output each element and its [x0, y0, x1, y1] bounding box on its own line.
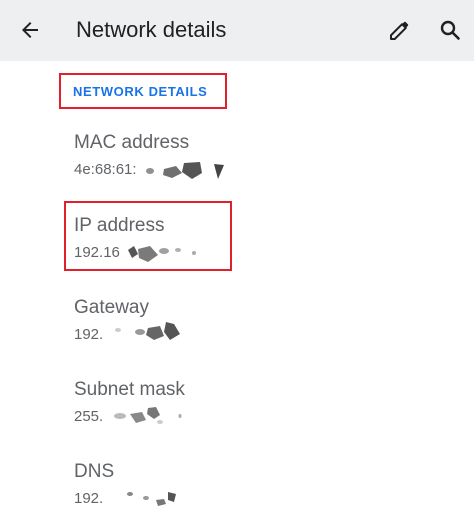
back-button[interactable]	[8, 8, 52, 52]
list-item-gateway[interactable]: Gateway 192.	[74, 296, 454, 356]
dns-label: DNS	[74, 461, 115, 482]
list-item-subnet-mask[interactable]: Subnet mask 255.	[74, 378, 454, 438]
section-header-network-details: NETWORK DETAILS	[59, 73, 227, 109]
list-item-dns[interactable]: DNS 192.	[74, 460, 454, 520]
mac-address-value: 4e:68:61:	[74, 161, 137, 178]
app-bar: Network details	[0, 0, 474, 61]
redaction-mark	[146, 162, 224, 179]
ip-address-label: IP address	[74, 215, 165, 236]
arrow-back-icon	[22, 22, 38, 38]
page-title: Network details	[76, 17, 227, 42]
section-header-label: NETWORK DETAILS	[73, 83, 208, 99]
search-icon	[440, 20, 460, 40]
search-button[interactable]	[428, 8, 472, 52]
gateway-value: 192.	[74, 326, 104, 343]
mac-address-label: MAC address	[74, 132, 190, 153]
list-item-ip-address[interactable]: IP address 192.16	[74, 214, 454, 274]
pencil-icon	[390, 21, 409, 40]
ip-address-value: 192.16	[74, 244, 120, 261]
redaction-mark	[127, 492, 176, 506]
list-item-mac-address[interactable]: MAC address 4e:68:61:	[74, 131, 454, 191]
redaction-mark	[128, 246, 196, 262]
redaction-mark	[115, 322, 180, 340]
subnet-mask-label: Subnet mask	[74, 379, 185, 400]
subnet-mask-value: 255.	[74, 408, 104, 425]
redaction-mark	[114, 407, 182, 424]
dns-value: 192.	[74, 490, 104, 507]
gateway-label: Gateway	[74, 297, 149, 318]
edit-button[interactable]	[378, 8, 422, 52]
